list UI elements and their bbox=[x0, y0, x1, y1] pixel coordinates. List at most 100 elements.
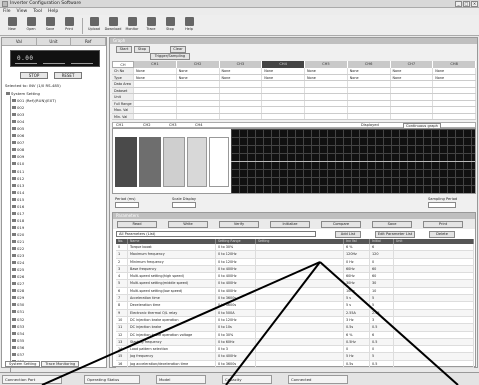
tree-item[interactable]: 015 bbox=[5, 196, 103, 203]
channel-cell[interactable] bbox=[433, 94, 476, 100]
parameter-cell[interactable] bbox=[256, 309, 344, 316]
channel-cell[interactable] bbox=[348, 87, 391, 93]
tree-item[interactable]: 007 bbox=[5, 139, 103, 146]
channel-cell[interactable] bbox=[220, 113, 263, 119]
tab-trace-monitoring[interactable]: Trace Monitoring bbox=[41, 361, 80, 367]
parameter-toolbar-button[interactable]: Write bbox=[168, 221, 208, 228]
monitor-button[interactable]: Monitor bbox=[123, 17, 141, 35]
tree-item[interactable]: 019 bbox=[5, 224, 103, 231]
channel-cell[interactable] bbox=[177, 94, 220, 100]
channel-cell[interactable]: None bbox=[433, 68, 476, 74]
tree-item[interactable]: 028 bbox=[5, 287, 103, 294]
menu-file[interactable]: File bbox=[3, 9, 11, 14]
channel-cell[interactable] bbox=[391, 100, 434, 106]
tree-item[interactable]: 032 bbox=[5, 316, 103, 323]
channel-cell[interactable] bbox=[220, 87, 263, 93]
maximize-button[interactable]: □ bbox=[463, 1, 470, 7]
channel-cell[interactable] bbox=[177, 107, 220, 113]
channel-cell[interactable] bbox=[305, 87, 348, 93]
channel-cell[interactable] bbox=[177, 100, 220, 106]
channel-cell[interactable] bbox=[305, 107, 348, 113]
parameter-cell[interactable] bbox=[256, 302, 344, 309]
parameter-row[interactable]: 15 Jog frequency 0 to 400Hz 5 Hz 5 bbox=[116, 353, 474, 361]
parameter-cell[interactable] bbox=[256, 295, 344, 302]
scale-input[interactable] bbox=[172, 202, 196, 208]
tree-item[interactable]: 021 bbox=[5, 238, 103, 245]
delete-button[interactable]: Delete bbox=[429, 231, 455, 238]
tree-item[interactable]: 003 bbox=[5, 111, 103, 118]
channel-cell[interactable] bbox=[305, 94, 348, 100]
parameter-toolbar-button[interactable]: Verify bbox=[219, 221, 259, 228]
tree-item[interactable]: 029 bbox=[5, 294, 103, 301]
parameter-row[interactable]: 11 DC injection brake 0 to 10s 0.5s 0.5 bbox=[116, 324, 474, 332]
tree-item[interactable]: 010 bbox=[5, 160, 103, 167]
graph-stop-button[interactable]: Stop bbox=[134, 46, 150, 53]
parameter-row[interactable]: 14 Load pattern selection 0 to 3 00 bbox=[116, 346, 474, 354]
channel-cell[interactable] bbox=[433, 107, 476, 113]
channel-cell[interactable] bbox=[433, 87, 476, 93]
parameter-cell[interactable] bbox=[256, 360, 344, 368]
channel-cell[interactable]: None bbox=[305, 68, 348, 74]
save-button[interactable]: Save bbox=[41, 17, 59, 35]
channel-cell[interactable]: None bbox=[177, 74, 220, 80]
channel-cell[interactable] bbox=[348, 113, 391, 119]
channel-cell[interactable] bbox=[220, 107, 263, 113]
parameter-cell[interactable] bbox=[256, 258, 344, 265]
parameter-cell[interactable] bbox=[256, 265, 344, 273]
start-button[interactable]: Start bbox=[116, 46, 132, 53]
tab-system-setting[interactable]: System Setting bbox=[5, 361, 41, 367]
parameter-cell[interactable] bbox=[256, 251, 344, 258]
channel-cell[interactable] bbox=[348, 100, 391, 106]
channel-cell[interactable] bbox=[134, 87, 177, 93]
clear-button[interactable]: Clear bbox=[170, 46, 186, 53]
channel-cell[interactable]: None bbox=[305, 74, 348, 80]
stop-drive-button[interactable]: STOP bbox=[20, 72, 48, 79]
channel-cell[interactable] bbox=[305, 100, 348, 106]
channel-cell[interactable] bbox=[262, 87, 305, 93]
parameter-row[interactable]: 10 DC injection brake operation 0 to 120Hz… bbox=[116, 316, 474, 325]
tree-item[interactable]: 033 bbox=[5, 323, 103, 330]
channel-cell[interactable] bbox=[262, 94, 305, 100]
channel-cell[interactable] bbox=[262, 107, 305, 113]
parameter-cell[interactable] bbox=[256, 287, 344, 295]
upload-button[interactable]: Upload bbox=[85, 17, 103, 35]
channel-cell[interactable] bbox=[262, 113, 305, 119]
parameter-cell[interactable] bbox=[256, 324, 344, 331]
period-input[interactable] bbox=[115, 202, 139, 208]
channel-cell[interactable] bbox=[433, 100, 476, 106]
tree-item[interactable]: 037 bbox=[5, 351, 103, 358]
sampling-input[interactable] bbox=[428, 202, 456, 208]
channel-cell[interactable] bbox=[134, 81, 177, 87]
tree-item[interactable]: 013 bbox=[5, 182, 103, 189]
tree-item[interactable]: 034 bbox=[5, 330, 103, 337]
tree-item[interactable]: 006 bbox=[5, 132, 103, 139]
parameter-cell[interactable] bbox=[256, 316, 344, 324]
parameter-cell[interactable] bbox=[256, 244, 344, 251]
print-button[interactable]: Print bbox=[60, 17, 78, 35]
tree-root[interactable]: System Setting bbox=[5, 90, 103, 97]
channel-cell[interactable] bbox=[348, 107, 391, 113]
parameter-cell[interactable] bbox=[256, 353, 344, 360]
tree-item[interactable]: 026 bbox=[5, 273, 103, 280]
tree-item[interactable]: 017 bbox=[5, 210, 103, 217]
channel-cell[interactable] bbox=[391, 113, 434, 119]
parameter-row[interactable]: 4 Multi-speed setting(high speed) 0 to 400… bbox=[116, 273, 474, 281]
channel-cell[interactable] bbox=[348, 94, 391, 100]
channel-cell[interactable] bbox=[134, 100, 177, 106]
stop-button[interactable]: Stop bbox=[161, 17, 179, 35]
tree-item[interactable]: 005 bbox=[5, 125, 103, 132]
tree-item[interactable]: 036 bbox=[5, 344, 103, 351]
parameter-row[interactable]: 13 Starting frequency 0 to 60Hz 0.5Hz 0.5 bbox=[116, 338, 474, 347]
channel-cell[interactable]: None bbox=[220, 68, 263, 74]
parameter-cell[interactable] bbox=[256, 346, 344, 353]
menu-help[interactable]: Help bbox=[48, 9, 58, 14]
tree-item[interactable]: 004 bbox=[5, 118, 103, 125]
trigger-sampling-button[interactable]: Trigger/Sampling bbox=[150, 53, 190, 60]
parameter-row[interactable]: 0 Torque boost 0 to 30% 6 % 6 bbox=[116, 244, 474, 252]
help-button[interactable]: Help bbox=[180, 17, 198, 35]
parameter-row[interactable]: 8 Deceleration time 0 to 3600s 5 s5 bbox=[116, 302, 474, 310]
parameter-toolbar-button[interactable]: Compare bbox=[321, 221, 361, 228]
open-button[interactable]: Open bbox=[22, 17, 40, 35]
tree-item[interactable]: 012 bbox=[5, 175, 103, 182]
download-button[interactable]: Download bbox=[104, 17, 122, 35]
